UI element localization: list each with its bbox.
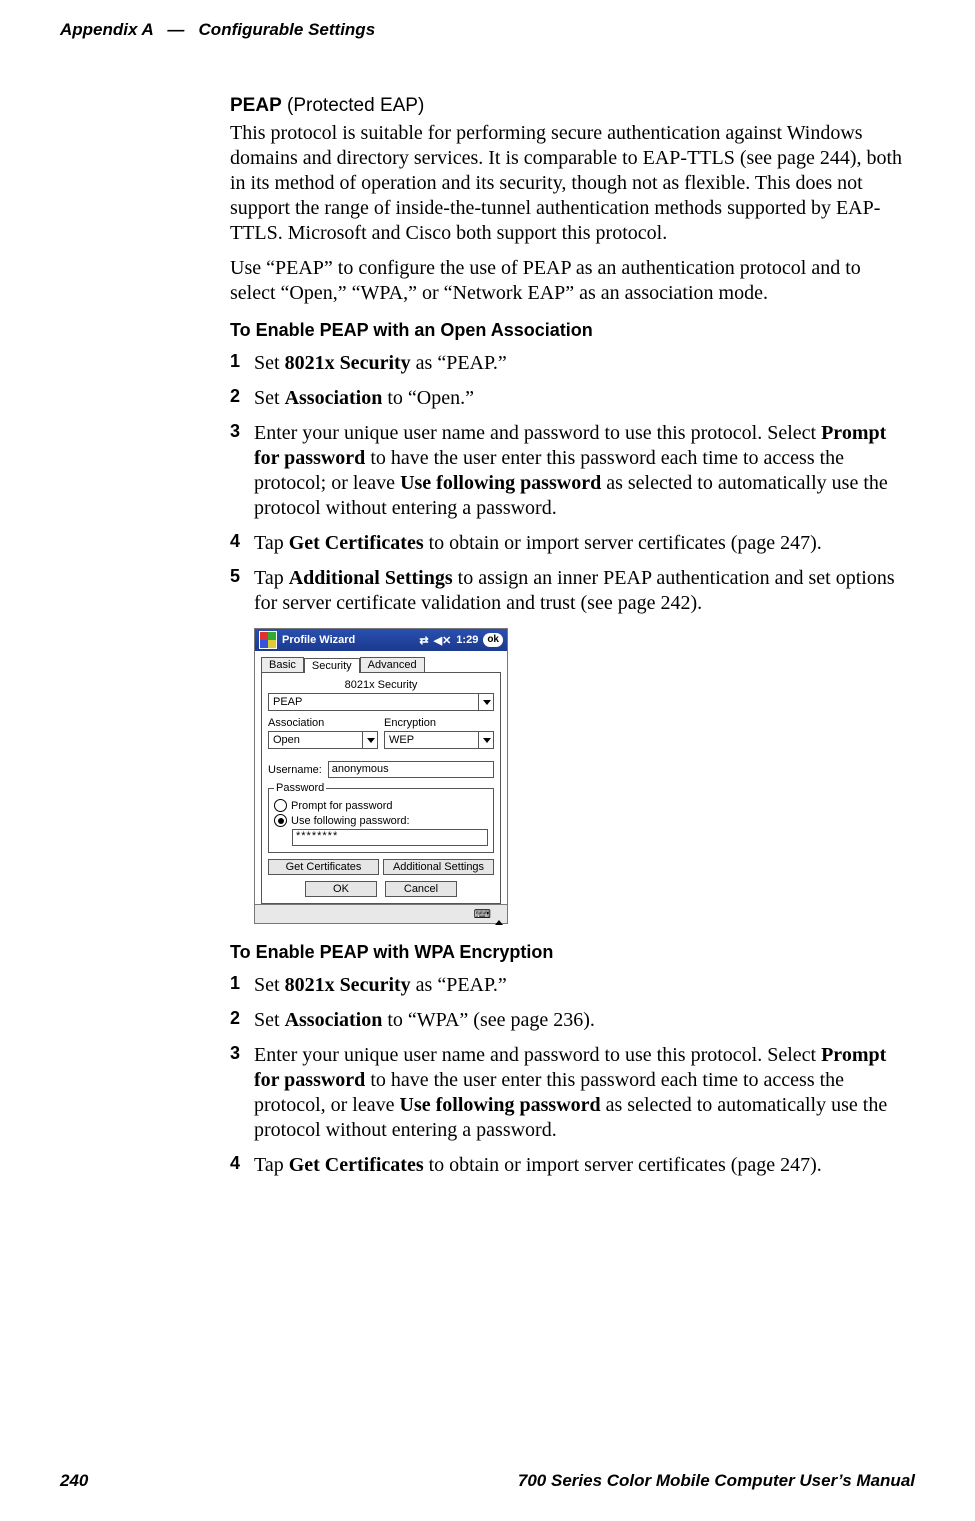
chevron-down-icon xyxy=(478,694,491,710)
peap-heading-rest: (Protected EAP) xyxy=(282,95,425,116)
encryption-value: WEP xyxy=(389,734,414,746)
start-flag-icon[interactable] xyxy=(259,631,277,649)
get-certificates-button[interactable]: Get Certificates xyxy=(268,859,379,875)
peap-paragraph-2: Use “PEAP” to configure the use of PEAP … xyxy=(230,256,905,306)
open-step-1: 1 Set 8021x Security as “PEAP.” xyxy=(230,351,905,376)
radio-use-label: Use following password: xyxy=(291,815,410,827)
association-value: Open xyxy=(273,734,300,746)
additional-settings-button[interactable]: Additional Settings xyxy=(383,859,494,875)
step-number: 2 xyxy=(230,386,254,411)
window-title: Profile Wizard xyxy=(282,634,419,646)
wpa-step-1: 1 Set 8021x Security as “PEAP.” xyxy=(230,973,905,998)
association-dropdown[interactable]: Open xyxy=(268,731,378,749)
cancel-button[interactable]: Cancel xyxy=(385,881,457,897)
password-group: Password Prompt for password Use followi… xyxy=(268,782,494,853)
encryption-label: Encryption xyxy=(384,717,494,729)
wpa-heading: To Enable PEAP with WPA Encryption xyxy=(230,942,905,963)
header-dash: — xyxy=(167,20,184,39)
security-value: PEAP xyxy=(273,696,302,708)
security-dropdown[interactable]: PEAP xyxy=(268,693,494,711)
step-number: 3 xyxy=(230,421,254,521)
encryption-dropdown[interactable]: WEP xyxy=(384,731,494,749)
open-step-5: 5 Tap Additional Settings to assign an i… xyxy=(230,566,905,616)
step-number: 5 xyxy=(230,566,254,616)
profile-wizard-screenshot: Profile Wizard ⇄ ◀✕ 1:29 ok Basic Securi… xyxy=(254,628,508,924)
password-input[interactable]: ******** xyxy=(292,829,488,846)
security-label: 8021x Security xyxy=(268,679,494,691)
radio-icon xyxy=(274,799,287,812)
manual-title: 700 Series Color Mobile Computer User’s … xyxy=(518,1471,915,1491)
username-input[interactable]: anonymous xyxy=(328,761,494,778)
tab-security[interactable]: Security xyxy=(304,658,360,673)
step-number: 2 xyxy=(230,1008,254,1033)
titlebar: Profile Wizard ⇄ ◀✕ 1:29 ok xyxy=(255,629,507,651)
peap-paragraph-1: This protocol is suitable for performing… xyxy=(230,121,905,246)
connectivity-icon[interactable]: ⇄ xyxy=(419,634,428,647)
radio-prompt-password[interactable]: Prompt for password xyxy=(274,799,488,812)
username-label: Username: xyxy=(268,764,322,776)
peap-heading: PEAP (Protected EAP) xyxy=(230,95,905,117)
step-number: 1 xyxy=(230,351,254,376)
page-footer: 240 700 Series Color Mobile Computer Use… xyxy=(60,1471,915,1491)
tab-advanced[interactable]: Advanced xyxy=(360,657,425,672)
radio-icon xyxy=(274,814,287,827)
open-step-3: 3 Enter your unique user name and passwo… xyxy=(230,421,905,521)
chevron-down-icon xyxy=(362,732,375,748)
step-number: 3 xyxy=(230,1043,254,1143)
page-header: Appendix A — Configurable Settings xyxy=(60,20,915,40)
radio-use-password[interactable]: Use following password: xyxy=(274,814,488,827)
volume-icon[interactable]: ◀✕ xyxy=(434,634,452,647)
open-step-4: 4 Tap Get Certificates to obtain or impo… xyxy=(230,531,905,556)
clock-time[interactable]: 1:29 xyxy=(456,634,478,646)
ok-button[interactable]: OK xyxy=(305,881,377,897)
sip-bar: ⌨ xyxy=(255,904,507,923)
association-label: Association xyxy=(268,717,378,729)
arrow-up-icon[interactable] xyxy=(495,908,503,920)
peap-heading-bold: PEAP xyxy=(230,95,282,116)
radio-prompt-label: Prompt for password xyxy=(291,800,392,812)
keyboard-icon[interactable]: ⌨ xyxy=(474,907,491,921)
ok-badge-button[interactable]: ok xyxy=(483,633,503,647)
wpa-step-4: 4 Tap Get Certificates to obtain or impo… xyxy=(230,1153,905,1178)
chevron-down-icon xyxy=(478,732,491,748)
header-appendix: Appendix A xyxy=(60,20,153,39)
step-number: 4 xyxy=(230,531,254,556)
open-assoc-heading: To Enable PEAP with an Open Association xyxy=(230,320,905,341)
wpa-step-2: 2 Set Association to “WPA” (see page 236… xyxy=(230,1008,905,1033)
tab-basic[interactable]: Basic xyxy=(261,657,304,672)
open-step-2: 2 Set Association to “Open.” xyxy=(230,386,905,411)
header-title: Configurable Settings xyxy=(199,20,376,39)
page-number: 240 xyxy=(60,1471,88,1491)
wpa-step-3: 3 Enter your unique user name and passwo… xyxy=(230,1043,905,1143)
step-number: 4 xyxy=(230,1153,254,1178)
step-number: 1 xyxy=(230,973,254,998)
password-legend: Password xyxy=(274,782,326,794)
